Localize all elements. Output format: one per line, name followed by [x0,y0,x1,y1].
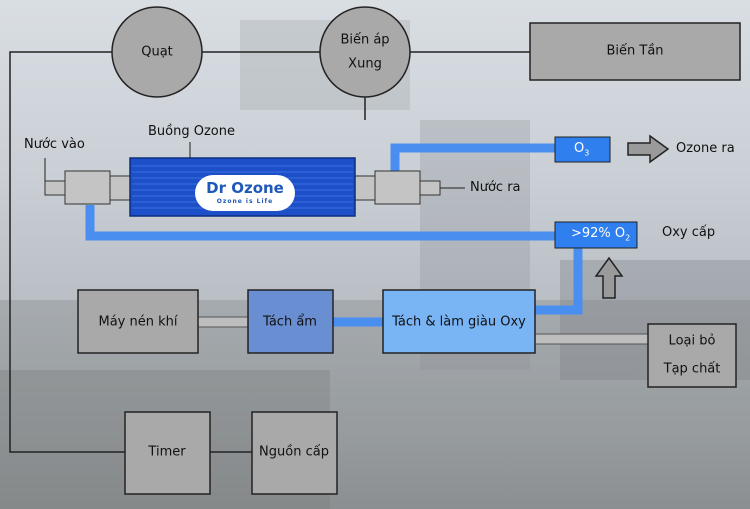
logo-tagline: Ozone is Life [216,198,274,205]
pipe-oxy-up [535,246,583,315]
bien-tan-label: Biến Tần [606,43,664,59]
buong-ozone-label: Buồng Ozone [148,124,235,139]
outlet-coupling [354,175,376,201]
inlet-coupling [109,175,131,201]
tach-oxy-label: Tách & làm giàu Oxy [392,314,526,330]
outlet-nozzle [419,180,441,196]
timer-label: Timer [148,444,186,460]
oxy-cap-label: Oxy cấp [662,225,716,240]
ozone-ra-label: Ozone ra [676,141,735,156]
o3-symbol: O [574,141,585,156]
oxy-subscript: 2 [625,233,631,243]
gray-boxes [77,22,741,495]
inlet-nozzle [44,180,66,196]
logo-brand: Dr Ozone [206,179,284,197]
quat-label: Quạt [141,44,173,60]
inlet-fitting [64,170,111,205]
ozone-out-arrow [627,134,670,164]
oxy-box-label: >92% O2 [571,226,630,243]
drozone-logo: Dr Ozone Ozone is Life [195,175,295,211]
oxy-up-arrow [594,256,624,299]
pipe-compressor-tach-am [197,316,249,328]
nguon-cap-label: Nguồn cấp [259,444,329,460]
loai-bo-label-line2: Tạp chất [663,361,721,377]
nuoc-ra-label: Nước ra [470,180,521,195]
o3-label: O3 [574,141,589,158]
o3-subscript: 3 [584,148,590,158]
pipe-oxy-impurity [534,333,649,345]
wire-loop [9,51,125,453]
tach-am-label: Tách ẩm [263,314,317,330]
control-wires [9,51,530,453]
oxy-percent: >92% O [571,226,626,241]
may-nen-khi-label: Máy nén khí [98,314,178,330]
outlet-fitting [374,170,421,205]
bien-ap-circle [319,6,411,98]
bien-ap-label-line1: Biến áp [340,32,390,48]
nuoc-vao-label: Nước vào [24,137,85,152]
bien-ap-label-line2: Xung [348,56,382,72]
loai-bo-label-line1: Loại bỏ [668,333,716,349]
ozone-system-diagram [9,6,741,495]
